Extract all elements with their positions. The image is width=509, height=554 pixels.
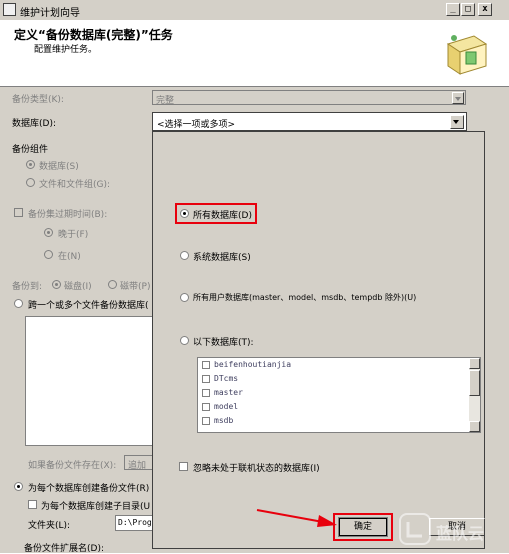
component-database-label: 数据库(S) <box>39 162 79 172</box>
create-subdir-label: 为每个数据库创建子目录(U <box>41 502 151 512</box>
if-exists-select: 追加 <box>124 455 154 471</box>
database-list[interactable]: beifenhoutianjia DTcms master model msdb <box>197 357 481 433</box>
backup-component-label: 备份组件 <box>12 145 49 155</box>
backup-to-disk-radio[interactable] <box>52 280 61 289</box>
list-scrollbar[interactable] <box>469 358 480 432</box>
if-exists-value: 追加 <box>128 461 147 471</box>
minimize-button[interactable]: _ <box>446 3 460 16</box>
backup-to-disk-label: 磁盘(I) <box>64 282 92 292</box>
backup-type-value: 完整 <box>156 96 175 106</box>
watermark-logo-icon <box>399 513 431 545</box>
backup-type-select: 完整 <box>152 90 466 106</box>
backup-type-label: 备份类型(K): <box>12 95 64 105</box>
component-files-radio[interactable] <box>26 178 35 187</box>
component-files-label: 文件和文件组(G): <box>39 180 111 190</box>
list-item-checkbox[interactable] <box>202 375 210 383</box>
ignore-offline-checkbox[interactable] <box>179 462 188 471</box>
database-picker-popup: 所有数据库(D) 系统数据库(S) 所有用户数据库(master、model、m… <box>152 131 485 549</box>
system-databases-radio[interactable] <box>180 251 189 260</box>
expire-checkbox[interactable] <box>14 208 23 217</box>
create-subdir-checkbox[interactable] <box>28 500 37 509</box>
user-databases-label: 所有用户数据库(master、model、msdb、tempdb 除外)(U) <box>193 293 417 302</box>
span-files-label: 跨一个或多个文件备份数据库( <box>28 301 149 311</box>
backup-to-label: 备份到: <box>12 282 43 292</box>
app-icon <box>3 3 16 16</box>
list-item-checkbox[interactable] <box>202 361 210 369</box>
these-databases-label: 以下数据库(T): <box>193 338 254 348</box>
expire-label: 备份集过期时间(B): <box>28 210 108 220</box>
folder-value: D:\Progr <box>118 518 157 527</box>
folder-input[interactable]: D:\Progr <box>115 515 157 531</box>
expire-after-radio[interactable] <box>44 228 53 237</box>
chevron-down-icon[interactable] <box>450 115 464 129</box>
wizard-graphic-icon <box>446 35 488 75</box>
expire-on-label: 在(N) <box>58 252 81 262</box>
maximize-button[interactable]: □ <box>461 3 475 16</box>
create-per-db-radio[interactable] <box>14 482 23 491</box>
scroll-down-button[interactable] <box>469 421 480 432</box>
list-item-checkbox[interactable] <box>202 417 210 425</box>
list-item-label: master <box>214 388 243 397</box>
watermark-text: 蓝队云 <box>436 524 485 543</box>
annotation-arrow-icon <box>256 509 337 527</box>
expire-after-label: 晚于(F) <box>58 230 89 240</box>
page-subtitle: 配置维护任务。 <box>34 45 98 55</box>
backup-to-tape-label: 磁带(P) <box>120 282 151 292</box>
system-databases-label: 系统数据库(S) <box>193 253 251 263</box>
title-bar: 维护计划向导 _ □ x <box>0 0 509 21</box>
user-databases-radio[interactable] <box>180 293 189 302</box>
list-item-label: msdb <box>214 416 234 425</box>
if-exists-label: 如果备份文件存在(X): <box>28 461 117 471</box>
all-databases-label: 所有数据库(D) <box>193 211 252 221</box>
scroll-up-button[interactable] <box>469 358 480 369</box>
database-label: 数据库(D): <box>12 119 56 129</box>
chevron-down-icon <box>452 92 464 104</box>
backup-to-tape-radio[interactable] <box>108 280 117 289</box>
folder-label: 文件夹(L): <box>28 521 71 531</box>
these-databases-radio[interactable] <box>180 336 189 345</box>
close-button[interactable]: x <box>478 3 492 16</box>
wizard-header: 定义“备份数据库(完整)”任务 配置维护任务。 <box>0 20 509 87</box>
backup-files-list[interactable] <box>25 316 153 446</box>
ext-label: 备份文件扩展名(D): <box>24 544 104 554</box>
expire-on-radio[interactable] <box>44 250 53 259</box>
scroll-thumb[interactable] <box>469 370 480 396</box>
ok-button[interactable]: 确定 <box>338 517 388 537</box>
all-databases-radio[interactable] <box>180 209 189 218</box>
window-title: 维护计划向导 <box>20 8 80 19</box>
database-select-value: <选择一项或多项> <box>157 120 236 130</box>
ignore-offline-label: 忽略未处于联机状态的数据库(I) <box>193 464 320 474</box>
list-item-checkbox[interactable] <box>202 403 210 411</box>
list-item-label: model <box>214 402 239 411</box>
list-item-label: DTcms <box>214 374 239 383</box>
list-item-checkbox[interactable] <box>202 389 210 397</box>
list-item-label: beifenhoutianjia <box>214 360 292 369</box>
watermark: 蓝队云 <box>398 510 506 550</box>
create-per-db-label: 为每个数据库创建备份文件(R) <box>28 484 150 494</box>
span-files-radio[interactable] <box>14 299 23 308</box>
database-select[interactable]: <选择一项或多项> <box>152 112 467 131</box>
page-title: 定义“备份数据库(完整)”任务 <box>14 28 173 42</box>
component-database-radio[interactable] <box>26 160 35 169</box>
